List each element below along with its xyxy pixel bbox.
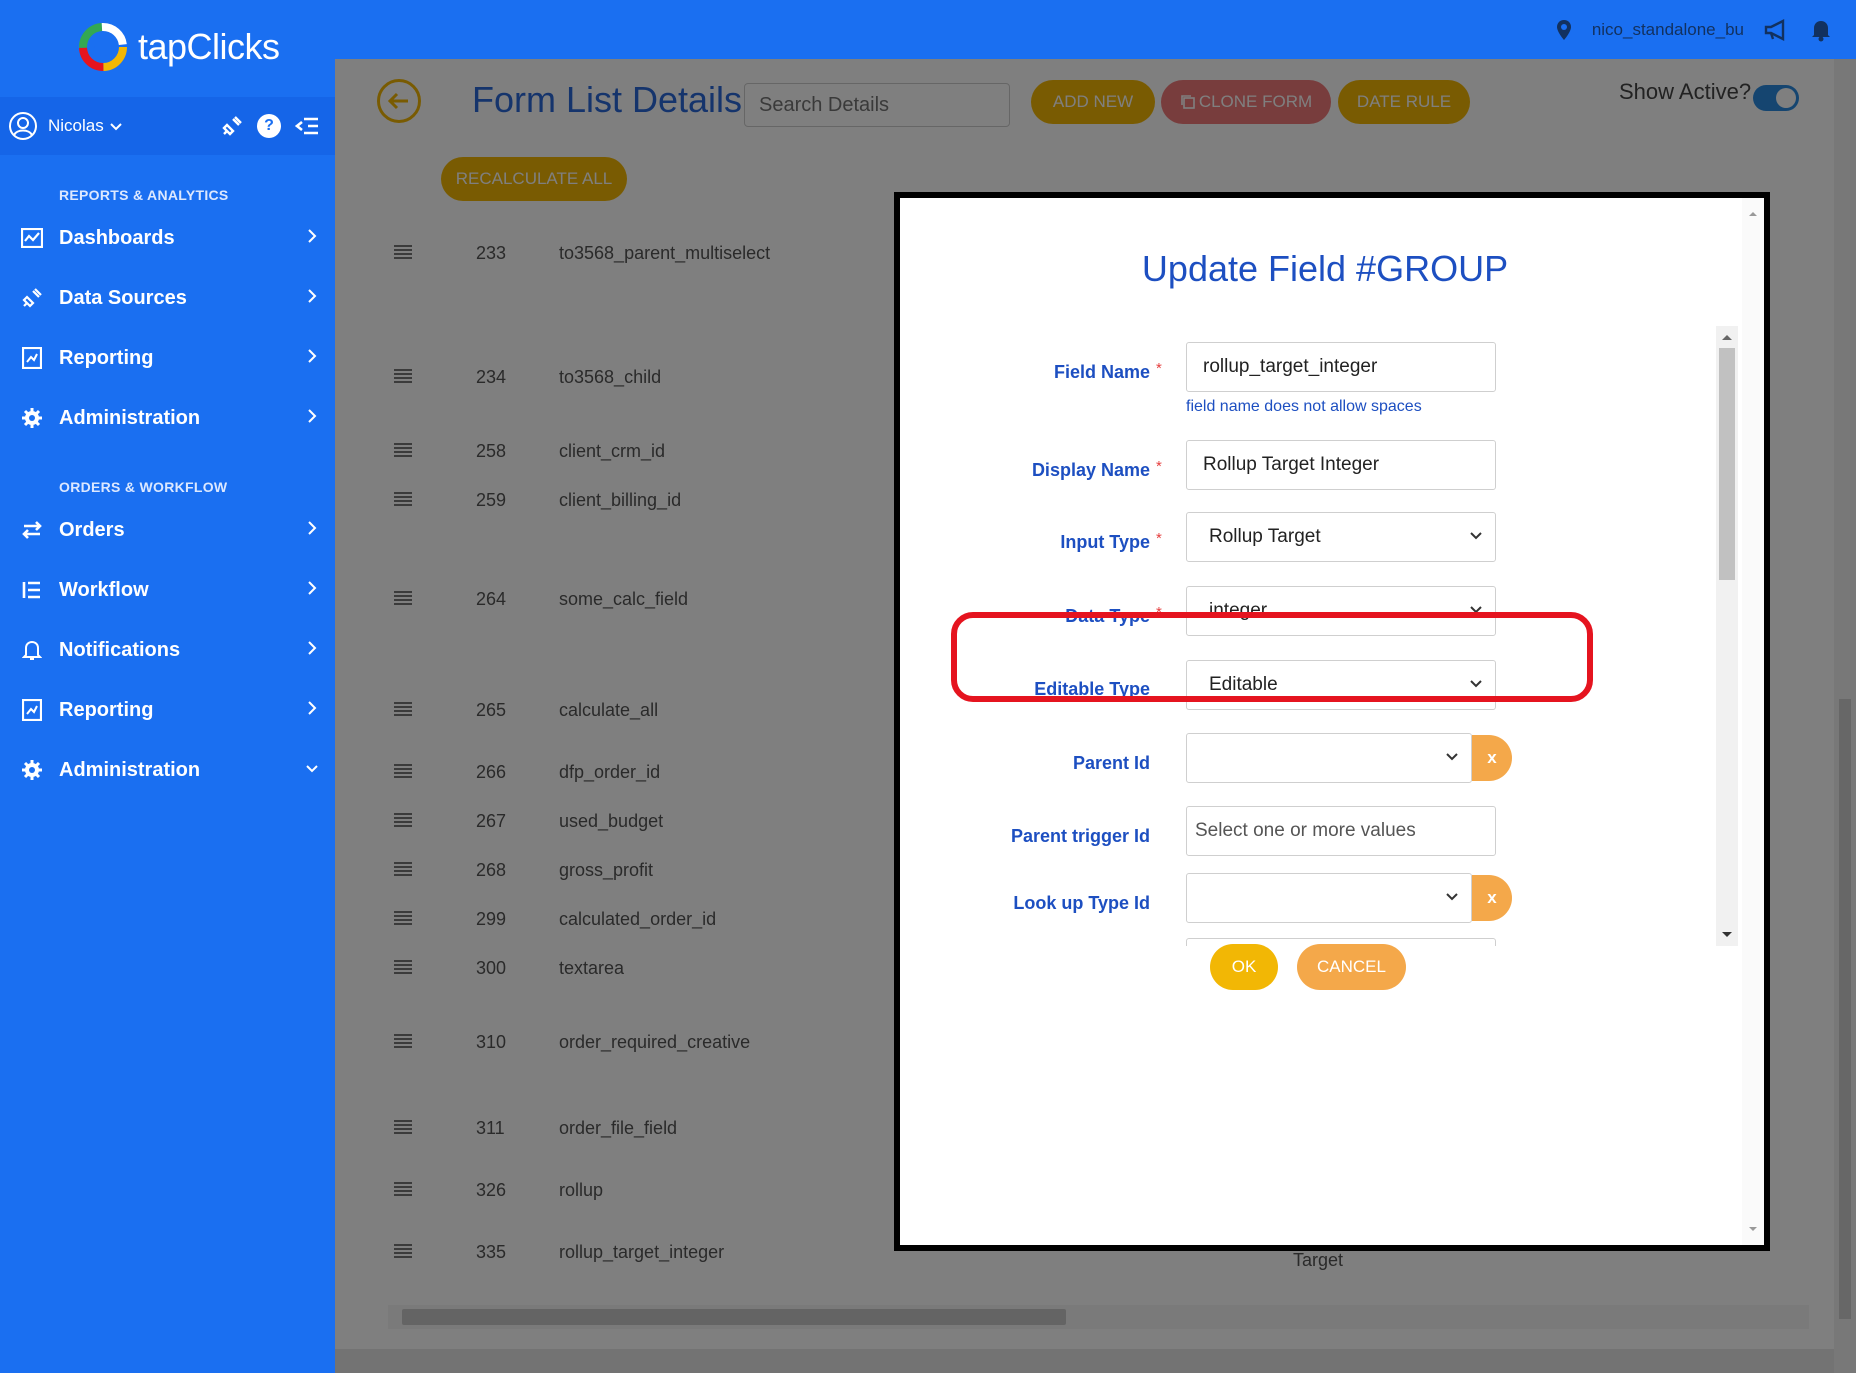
- business-unit-label[interactable]: nico_standalone_bu: [1592, 20, 1744, 40]
- chevron-down-icon: [1470, 532, 1482, 540]
- parent-trigger-id-multiselect[interactable]: Select one or more values: [1186, 806, 1496, 856]
- field-name-hint: field name does not allow spaces: [1186, 398, 1422, 415]
- sidebar-item-administration[interactable]: Administration: [0, 396, 335, 440]
- sidebar-item-label: Orders: [59, 518, 125, 541]
- section-orders-workflow: ORDERS & WORKFLOW: [59, 479, 228, 495]
- swap-icon: [22, 521, 42, 539]
- display-name-input[interactable]: Rollup Target Integer: [1186, 440, 1496, 490]
- update-field-form: Field Name * rollup_target_integer field…: [900, 326, 1732, 946]
- sidebar-item-label: Reporting: [59, 698, 154, 721]
- sidebar-item-label: Data Sources: [59, 286, 187, 309]
- clear-lookup-type-id-button[interactable]: x: [1472, 875, 1512, 921]
- sidebar: tapClicks Nicolas ? REPORTS & ANALYTICS …: [0, 0, 335, 1373]
- plug-icon[interactable]: [221, 115, 243, 137]
- collapse-menu-icon[interactable]: [295, 115, 319, 137]
- scroll-up-arrow-icon[interactable]: [1742, 206, 1764, 222]
- clear-parent-id-button[interactable]: x: [1472, 735, 1512, 781]
- user-avatar-icon[interactable]: [8, 111, 38, 141]
- modal-scrollbar[interactable]: [1742, 198, 1764, 1245]
- parent-id-select[interactable]: [1186, 733, 1472, 783]
- ok-button[interactable]: OK: [1210, 944, 1278, 990]
- sidebar-item-orders[interactable]: Orders: [0, 508, 335, 552]
- lookup-type-id-label: Look up Type Id: [1013, 893, 1150, 913]
- user-name[interactable]: Nicolas: [48, 116, 104, 136]
- sidebar-item-administration-2[interactable]: Administration: [0, 748, 335, 792]
- chevron-right-icon: [308, 409, 317, 423]
- display-name-label: Display Name: [1031, 460, 1150, 480]
- gear-icon: [22, 760, 42, 780]
- sidebar-item-reporting-2[interactable]: Reporting: [0, 688, 335, 732]
- chevron-right-icon: [308, 289, 317, 303]
- parent-trigger-id-placeholder: Select one or more values: [1195, 820, 1416, 841]
- form-scrollbar[interactable]: [1716, 326, 1738, 946]
- input-type-select[interactable]: Rollup Target: [1186, 512, 1496, 562]
- section-reports-analytics: REPORTS & ANALYTICS: [59, 187, 229, 203]
- logo-text: tapClicks: [138, 26, 280, 67]
- sidebar-item-workflow[interactable]: Workflow: [0, 568, 335, 612]
- chevron-right-icon: [308, 701, 317, 715]
- sidebar-item-notifications[interactable]: Notifications: [0, 628, 335, 672]
- notification-bell-icon[interactable]: [1810, 18, 1832, 42]
- megaphone-icon[interactable]: [1764, 19, 1790, 41]
- plug-icon: [22, 288, 42, 308]
- lookup-type-id-select[interactable]: [1186, 873, 1472, 923]
- sidebar-item-label: Administration: [59, 406, 201, 429]
- chevron-down-icon: [1446, 753, 1458, 761]
- input-type-highlight: [951, 612, 1593, 702]
- input-type-label: Input Type: [1060, 532, 1150, 552]
- location-pin-icon: [1556, 20, 1571, 40]
- chevron-right-icon: [308, 229, 317, 243]
- sidebar-item-label: Dashboards: [59, 226, 175, 249]
- chevron-right-icon: [308, 349, 317, 363]
- top-bar: nico_standalone_bu: [335, 0, 1856, 59]
- scroll-up-arrow-icon[interactable]: [1716, 330, 1738, 344]
- sidebar-item-data-sources[interactable]: Data Sources: [0, 276, 335, 320]
- list-icon: [22, 581, 40, 599]
- field-name-input[interactable]: rollup_target_integer: [1186, 342, 1496, 392]
- sidebar-item-dashboards[interactable]: Dashboards: [0, 216, 335, 260]
- update-field-modal: Update Field #GROUP Field Name * rollup_…: [894, 192, 1770, 1251]
- tapclicks-logo[interactable]: tapClicks: [76, 18, 280, 76]
- sidebar-item-label: Workflow: [59, 578, 149, 601]
- sidebar-item-label: Administration: [59, 758, 201, 781]
- chevron-right-icon: [308, 521, 317, 535]
- gear-icon: [22, 408, 42, 428]
- sidebar-item-label: Notifications: [59, 638, 181, 661]
- scroll-down-arrow-icon[interactable]: [1716, 928, 1738, 942]
- parent-trigger-id-label: Parent trigger Id: [1010, 826, 1150, 846]
- sidebar-item-label: Reporting: [59, 346, 154, 369]
- report-icon: [22, 699, 42, 721]
- required-mark: *: [1156, 458, 1162, 475]
- tapclicks-logo-icon: [79, 23, 127, 71]
- required-mark: *: [1156, 530, 1162, 547]
- input-type-value: Rollup Target: [1209, 526, 1321, 547]
- required-mark: *: [1156, 360, 1162, 377]
- field-name-label: Field Name: [1053, 362, 1150, 382]
- bell-icon: [22, 640, 42, 660]
- chart-icon: [21, 228, 43, 248]
- chevron-down-icon: [1446, 893, 1458, 901]
- parent-id-label: Parent Id: [1072, 753, 1150, 773]
- chevron-down-icon[interactable]: [110, 121, 122, 131]
- chevron-down-icon: [306, 765, 318, 773]
- user-bar: Nicolas ?: [0, 97, 335, 155]
- chevron-right-icon: [308, 581, 317, 595]
- help-icon[interactable]: ?: [257, 114, 281, 138]
- scroll-down-arrow-icon[interactable]: [1742, 1221, 1764, 1237]
- sidebar-item-reporting[interactable]: Reporting: [0, 336, 335, 380]
- modal-title: Update Field #GROUP: [1141, 248, 1509, 289]
- chevron-right-icon: [308, 641, 317, 655]
- report-icon: [22, 347, 42, 369]
- cancel-button[interactable]: CANCEL: [1297, 944, 1406, 990]
